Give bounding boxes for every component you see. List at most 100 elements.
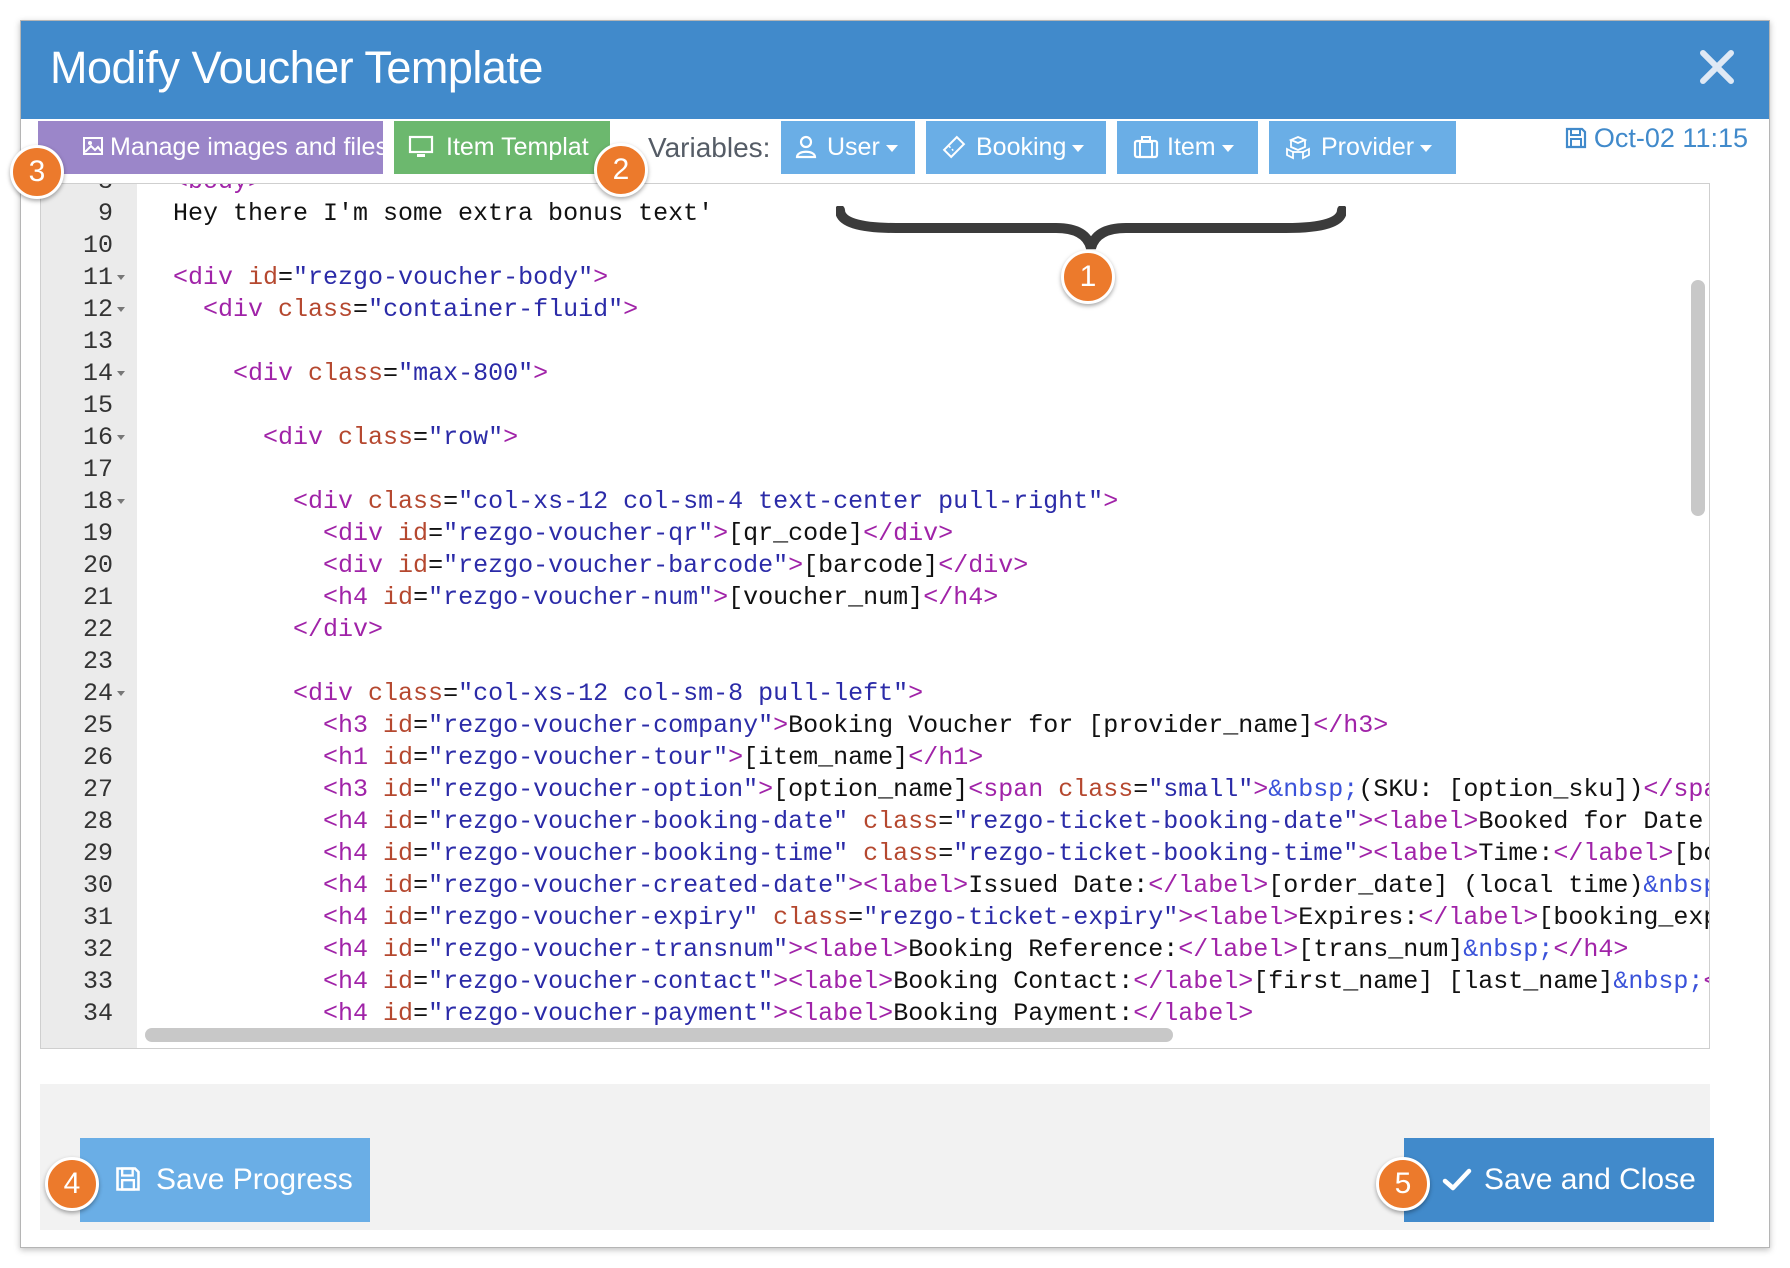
image-icon [83,137,103,155]
code-token: class [863,807,939,836]
code-editor[interactable]: 8<body>9 Hey there I'm some extra bonus t… [40,183,1710,1049]
code-line[interactable]: 16 <div class="row"> [41,422,1709,454]
manage-images-files-label: Manage images and files [110,133,383,161]
code-line[interactable]: 33 <h4 id="rezgo-voucher-contact"><label… [41,966,1709,998]
variables-item-dropdown[interactable]: Item [1117,121,1258,174]
code-token: = [1133,775,1149,804]
variables-booking-label: Booking [976,133,1067,161]
code-line[interactable]: 17 [41,454,1709,486]
line-number: 26 [82,743,113,772]
code-token: "container-fluid" [368,295,624,324]
fold-arrow-icon[interactable] [117,183,125,184]
code-token: <h4 [323,967,384,996]
saved-timestamp-text: Oct-02 11:15 [1593,123,1748,153]
code-line[interactable]: 29 <h4 id="rezgo-voucher-booking-time" c… [41,838,1709,870]
code-line[interactable]: 25 <h3 id="rezgo-voucher-company">Bookin… [41,710,1709,742]
code-token: "row" [428,423,504,452]
variables-provider-dropdown[interactable]: Provider [1269,121,1456,174]
code-line[interactable]: 11 <div id="rezgo-voucher-body"> [41,262,1709,294]
fold-arrow-icon[interactable] [117,691,125,696]
code-token: > [1253,775,1269,804]
code-token: <span [968,775,1059,804]
code-token: <h4 [323,583,384,612]
code-line[interactable]: 27 <h3 id="rezgo-voucher-option">[option… [41,774,1709,806]
code-lines[interactable]: 8<body>9 Hey there I'm some extra bonus t… [41,183,1710,1030]
code-token: class [863,839,939,868]
line-number: 31 [82,903,113,932]
code-token: "rezgo-voucher-qr" [443,519,714,548]
save-progress-button[interactable]: Save Progress [80,1138,370,1222]
code-line[interactable]: 34 <h4 id="rezgo-voucher-payment"><label… [41,998,1709,1030]
code-token: id [383,999,414,1028]
fold-arrow-icon[interactable] [117,275,125,280]
code-line[interactable]: 13 [41,326,1709,358]
code-line[interactable]: 15 [41,390,1709,422]
code-line[interactable]: 20 <div id="rezgo-voucher-barcode">[barc… [41,550,1709,582]
fold-arrow-icon[interactable] [117,307,125,312]
line-number: 34 [82,999,113,1028]
code-line[interactable]: 32 <h4 id="rezgo-voucher-transnum"><labe… [41,934,1709,966]
vertical-scrollbar[interactable] [1691,280,1705,516]
horizontal-scrollbar[interactable] [145,1028,1173,1042]
code-line[interactable]: 24 <div class="col-xs-12 col-sm-8 pull-l… [41,678,1709,710]
floppy-disk-icon [116,1167,140,1191]
code-token: = [383,359,399,388]
code-line[interactable]: 19 <div id="rezgo-voucher-qr">[qr_code]<… [41,518,1709,550]
code-token: id [383,775,414,804]
line-number: 14 [82,359,113,388]
code-token: > [1103,487,1119,516]
line-number: 15 [82,391,113,420]
code-token: [order_date] (local time) [1268,871,1644,900]
code-token: "rezgo-ticket-booking-date" [953,807,1359,836]
code-token: > [908,679,924,708]
code-line[interactable]: 14 <div class="max-800"> [41,358,1709,390]
item-template-button[interactable]: Item Templat [394,121,610,174]
code-line[interactable]: 23 [41,646,1709,678]
code-token: Booked for Date: [1478,807,1710,836]
code-line[interactable]: 22 </div> [41,614,1709,646]
item-template-label: Item Templat [446,133,589,161]
code-token: <h4 [323,935,384,964]
code-line[interactable]: 18 <div class="col-xs-12 col-sm-4 text-c… [41,486,1709,518]
code-text: <div id="rezgo-voucher-qr">[qr_code]</di… [173,518,953,550]
fold-arrow-icon[interactable] [117,499,125,504]
code-token: = [443,679,459,708]
save-and-close-label: Save and Close [1484,1163,1696,1196]
code-token: class [278,295,354,324]
code-token: = [353,295,369,324]
code-token: id [383,711,414,740]
code-line[interactable]: 26 <h1 id="rezgo-voucher-tour">[item_nam… [41,742,1709,774]
code-token: "rezgo-voucher-transnum" [428,935,789,964]
save-and-close-button[interactable]: Save and Close [1404,1138,1714,1222]
code-token: <label> [1373,839,1479,868]
code-token: = [413,775,429,804]
code-token: > [773,967,789,996]
close-button[interactable] [1693,43,1741,91]
code-token: (SKU: [option_sku]) [1358,775,1644,804]
code-token: = [278,263,294,292]
fold-arrow-icon[interactable] [117,371,125,376]
code-line[interactable]: 12 <div class="container-fluid"> [41,294,1709,326]
code-token: > [728,743,744,772]
code-token: </label> [1178,935,1299,964]
line-number: 30 [82,871,113,900]
code-text: <div class="col-xs-12 col-sm-8 pull-left… [173,678,923,710]
manage-images-files-button[interactable]: Manage images and files [38,121,383,174]
fold-arrow-icon[interactable] [117,435,125,440]
code-token: > [503,423,519,452]
code-token: </label> [1553,839,1674,868]
code-token: = [413,871,429,900]
code-line[interactable]: 31 <h4 id="rezgo-voucher-expiry" class="… [41,902,1709,934]
code-line[interactable]: 21 <h4 id="rezgo-voucher-num">[voucher_n… [41,582,1709,614]
code-token: "rezgo-voucher-body" [293,263,594,292]
code-line[interactable]: 8<body> [41,183,1709,198]
code-line[interactable]: 28 <h4 id="rezgo-voucher-booking-date" c… [41,806,1710,838]
variables-booking-dropdown[interactable]: Booking [926,121,1106,174]
variables-provider-label: Provider [1321,133,1415,161]
variables-user-dropdown[interactable]: User [781,121,915,174]
curly-brace-annotation [836,206,1346,250]
code-line[interactable]: 30 <h4 id="rezgo-voucher-created-date"><… [41,870,1709,902]
code-token: [booking_expiry] [1538,903,1709,932]
